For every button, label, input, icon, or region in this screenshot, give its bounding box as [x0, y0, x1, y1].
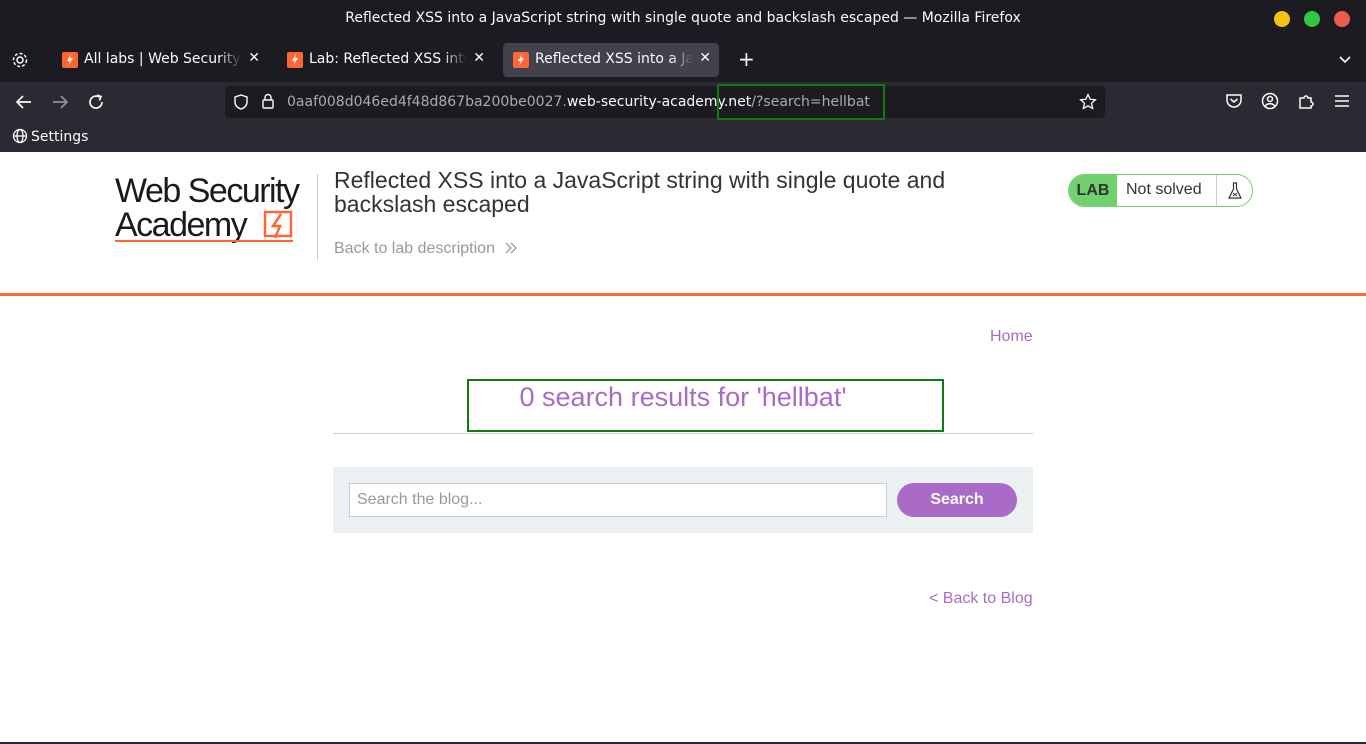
tab-title: All labs | Web Security Academy: [84, 51, 242, 67]
logo-text-line1: Web Security: [115, 172, 300, 210]
window-maximize-button[interactable]: [1304, 11, 1320, 27]
list-all-tabs-chevron-down-icon[interactable]: [1338, 52, 1352, 69]
window-title: Reflected XSS into a JavaScript string w…: [345, 10, 1021, 26]
close-icon[interactable]: ✕: [248, 50, 260, 66]
pocket-icon[interactable]: [1225, 92, 1245, 112]
home-link[interactable]: Home: [990, 328, 1033, 346]
academy-favicon-icon: [287, 52, 303, 68]
lock-icon[interactable]: [261, 93, 275, 113]
lab-title: Reflected XSS into a JavaScript string w…: [334, 167, 946, 217]
web-page: Web Security Academy Reflected XSS into …: [0, 152, 1366, 742]
reload-icon[interactable]: [86, 92, 106, 112]
academy-lab-header: Web Security Academy Reflected XSS into …: [0, 152, 1366, 296]
tab-title: Lab: Reflected XSS into a JavaScript str…: [309, 51, 467, 67]
web-security-academy-logo[interactable]: Web Security Academy: [115, 172, 315, 246]
lab-badge-label: LAB: [1069, 175, 1117, 206]
navigation-toolbar: 0aaf008d046ed4f48d867ba200be0027.web-sec…: [0, 82, 1366, 122]
tab-lab-description[interactable]: Lab: Reflected XSS into a JavaScript str…: [277, 43, 493, 77]
bookmark-label: Settings: [31, 129, 89, 145]
globe-icon: [12, 128, 28, 144]
lab-status-badge: LAB Not solved: [1068, 174, 1253, 207]
back-to-blog-link[interactable]: < Back to Blog: [929, 590, 1033, 608]
new-tab-plus-icon[interactable]: +: [738, 49, 755, 69]
tab-title: Reflected XSS into a JavaScript string: [535, 51, 693, 67]
logo-lightning-icon: [263, 210, 293, 239]
results-divider: [333, 433, 1033, 434]
account-icon[interactable]: [1261, 92, 1281, 112]
logo-text-line2: Academy: [115, 206, 248, 244]
results-highlight-box: [467, 379, 944, 432]
academy-favicon-icon: [62, 52, 78, 68]
blog-search-panel: Search: [333, 467, 1033, 533]
url-query-highlight-box: [717, 84, 885, 120]
tab-current-lab[interactable]: Reflected XSS into a JavaScript string ✕: [503, 43, 719, 77]
search-button[interactable]: Search: [897, 483, 1017, 517]
back-arrow-icon[interactable]: [14, 92, 34, 112]
window-minimize-button[interactable]: [1274, 11, 1290, 27]
tab-bar: All labs | Web Security Academy ✕ Lab: R…: [0, 38, 1366, 82]
bookmark-star-icon[interactable]: [1079, 92, 1097, 115]
close-icon[interactable]: ✕: [699, 50, 711, 66]
window-titlebar: Reflected XSS into a JavaScript string w…: [0, 0, 1366, 38]
tracking-protection-shield-icon[interactable]: [233, 94, 249, 114]
logo-underline: [115, 240, 293, 242]
back-to-lab-description-link[interactable]: Back to lab description: [334, 240, 518, 258]
url-subdomain: 0aaf008d046ed4f48d867ba200be0027.: [287, 94, 567, 110]
lab-status-text: Not solved: [1126, 181, 1202, 198]
back-to-lab-description-label: Back to lab description: [334, 240, 495, 257]
extensions-puzzle-icon[interactable]: [1297, 92, 1317, 112]
double-chevron-right-icon: [505, 242, 518, 254]
bookmark-settings[interactable]: Settings: [12, 128, 88, 145]
window-close-button[interactable]: [1334, 11, 1350, 27]
tab-all-labs[interactable]: All labs | Web Security Academy ✕: [52, 43, 268, 77]
academy-favicon-icon: [513, 52, 529, 68]
gear-icon[interactable]: [11, 51, 29, 72]
bookmarks-toolbar: Settings: [0, 122, 1366, 152]
search-input[interactable]: [349, 483, 887, 517]
header-divider: [317, 174, 318, 260]
flask-icon: [1216, 175, 1252, 206]
forward-arrow-icon[interactable]: [50, 92, 70, 112]
address-bar[interactable]: 0aaf008d046ed4f48d867ba200be0027.web-sec…: [225, 84, 1105, 120]
hamburger-menu-icon[interactable]: [1333, 92, 1353, 112]
close-icon[interactable]: ✕: [473, 50, 485, 66]
